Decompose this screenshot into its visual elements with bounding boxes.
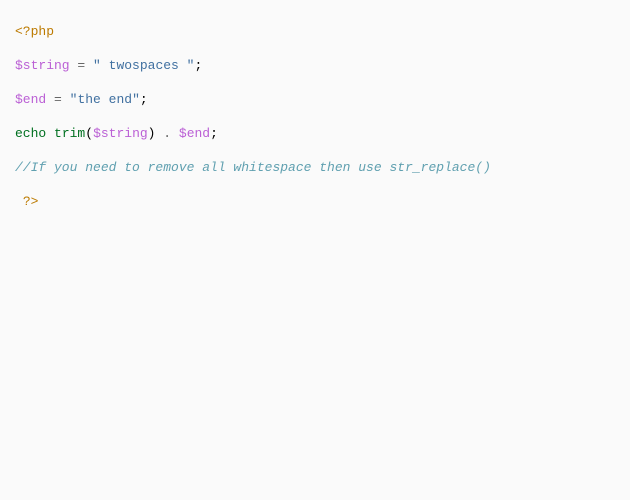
semicolon: ; bbox=[140, 92, 148, 107]
code-line-5: //If you need to remove all whitespace t… bbox=[15, 159, 630, 176]
variable-string-arg: $string bbox=[93, 126, 148, 141]
semicolon: ; bbox=[210, 126, 218, 141]
echo-keyword: echo bbox=[15, 126, 46, 141]
semicolon: ; bbox=[194, 58, 202, 73]
code-line-2: $string = " twospaces "; bbox=[15, 57, 630, 74]
code-line-4: echo trim($string) . $end; bbox=[15, 125, 630, 142]
php-close-tag: ?> bbox=[23, 194, 39, 209]
string-literal: " twospaces " bbox=[93, 58, 194, 73]
variable-end-ref: $end bbox=[179, 126, 210, 141]
comment-line: //If you need to remove all whitespace t… bbox=[15, 160, 491, 175]
code-line-1: <?php bbox=[15, 23, 630, 40]
concat-op: . bbox=[155, 126, 178, 141]
paren-open: ( bbox=[85, 126, 93, 141]
leading-space bbox=[15, 194, 23, 209]
trim-function: trim bbox=[54, 126, 85, 141]
variable-string: $string bbox=[15, 58, 70, 73]
assign-op: = bbox=[77, 58, 85, 73]
php-open-tag: <?php bbox=[15, 24, 54, 39]
php-code-block: <?php $string = " twospaces "; $end = "t… bbox=[0, 6, 630, 227]
variable-end: $end bbox=[15, 92, 46, 107]
code-line-3: $end = "the end"; bbox=[15, 91, 630, 108]
code-line-6: ?> bbox=[15, 193, 630, 210]
assign-op: = bbox=[54, 92, 62, 107]
string-literal: "the end" bbox=[70, 92, 140, 107]
